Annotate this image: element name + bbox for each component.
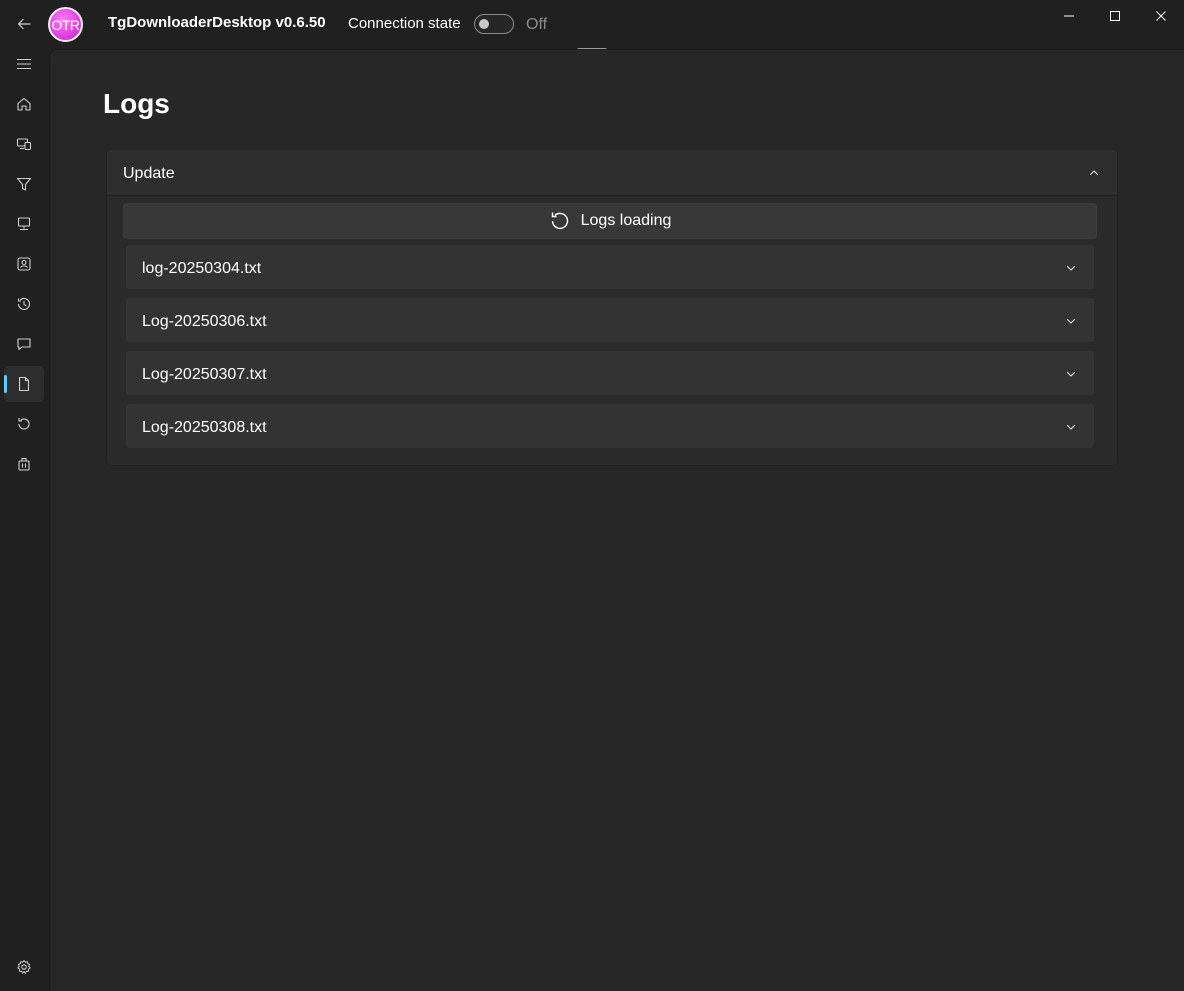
- nav-item-contacts[interactable]: [4, 246, 44, 282]
- log-file-name: Log-20250306.txt: [142, 313, 267, 330]
- nav-item-settings[interactable]: [4, 949, 44, 985]
- nav-item-logs[interactable]: [4, 366, 44, 402]
- back-arrow-icon: [17, 18, 31, 30]
- update-expander: Update Logs loading log-20250304.txt Log…: [106, 149, 1118, 466]
- document-icon: [18, 376, 30, 392]
- app-window: OTR TgDownloaderDesktop v0.6.50 Connecti…: [0, 0, 1184, 991]
- collapse-button[interactable]: [1085, 164, 1103, 182]
- log-file-item[interactable]: Log-20250307.txt: [125, 350, 1095, 396]
- nav-item-chats[interactable]: [4, 326, 44, 362]
- log-file-item[interactable]: Log-20250306.txt: [125, 297, 1095, 343]
- nav-item-license[interactable]: [4, 446, 44, 482]
- app-logo: OTR: [48, 7, 83, 42]
- back-button[interactable]: [8, 8, 40, 40]
- maximize-button[interactable]: [1092, 0, 1138, 32]
- title-bar: OTR TgDownloaderDesktop v0.6.50 Connecti…: [0, 0, 1184, 48]
- connection-toggle[interactable]: [474, 14, 514, 34]
- nav-item-filters[interactable]: [4, 166, 44, 202]
- chevron-down-icon: [1066, 318, 1076, 324]
- chevron-down-icon: [1066, 265, 1076, 271]
- page-title: Logs: [103, 88, 170, 119]
- nav-item-clients[interactable]: [4, 126, 44, 162]
- app-logo-text: OTR: [51, 16, 80, 33]
- refresh-icon: [18, 418, 30, 430]
- home-icon: [17, 97, 31, 111]
- chevron-up-icon: [1089, 170, 1099, 176]
- nav-item-update[interactable]: [4, 406, 44, 442]
- app-title: TgDownloaderDesktop v0.6.50: [108, 14, 326, 31]
- hamburger-icon: [16, 58, 32, 70]
- log-file-name: log-20250304.txt: [142, 260, 262, 277]
- expand-log-button[interactable]: [1062, 259, 1080, 277]
- minimize-button[interactable]: [1046, 0, 1092, 32]
- history-icon: [17, 297, 31, 310]
- devices-icon: [16, 138, 32, 151]
- contact-card-icon: [17, 257, 31, 271]
- log-file-item[interactable]: Log-20250308.txt: [125, 403, 1095, 449]
- close-button[interactable]: [1138, 0, 1184, 32]
- log-file-name: Log-20250308.txt: [142, 419, 267, 436]
- expand-log-button[interactable]: [1062, 312, 1080, 330]
- gear-icon: [17, 960, 31, 974]
- refresh-icon: [551, 212, 568, 230]
- nav-item-desktop[interactable]: [4, 206, 44, 242]
- content-area: Logs Update Logs loading log-20250304.tx: [49, 49, 1184, 991]
- nav-rail: [0, 44, 48, 991]
- logs-loading-button[interactable]: Logs loading: [123, 203, 1097, 239]
- log-file-item[interactable]: log-20250304.txt: [125, 244, 1095, 290]
- monitor-icon: [17, 217, 31, 231]
- minimize-icon: [1064, 15, 1074, 17]
- expand-log-button[interactable]: [1062, 365, 1080, 383]
- maximize-icon: [1110, 11, 1120, 21]
- expander-header[interactable]: Update: [107, 150, 1117, 196]
- filter-icon: [16, 177, 32, 191]
- chevron-down-icon: [1066, 371, 1076, 377]
- connection-state-label: Connection state: [348, 15, 461, 32]
- expand-log-button[interactable]: [1062, 418, 1080, 436]
- nav-item-home[interactable]: [4, 86, 44, 122]
- log-file-name: Log-20250307.txt: [142, 366, 267, 383]
- toggle-knob: [479, 19, 489, 29]
- logs-loading-label: Logs loading: [580, 212, 672, 229]
- chevron-down-icon: [1066, 424, 1076, 430]
- close-icon: [1156, 11, 1166, 21]
- nav-selection-indicator: [4, 375, 7, 393]
- expander-title: Update: [123, 165, 175, 182]
- connection-toggle-state: Off: [526, 16, 548, 33]
- nav-menu-button[interactable]: [4, 46, 44, 82]
- briefcase-icon: [18, 457, 30, 471]
- chat-icon: [17, 338, 31, 351]
- nav-item-history[interactable]: [4, 286, 44, 322]
